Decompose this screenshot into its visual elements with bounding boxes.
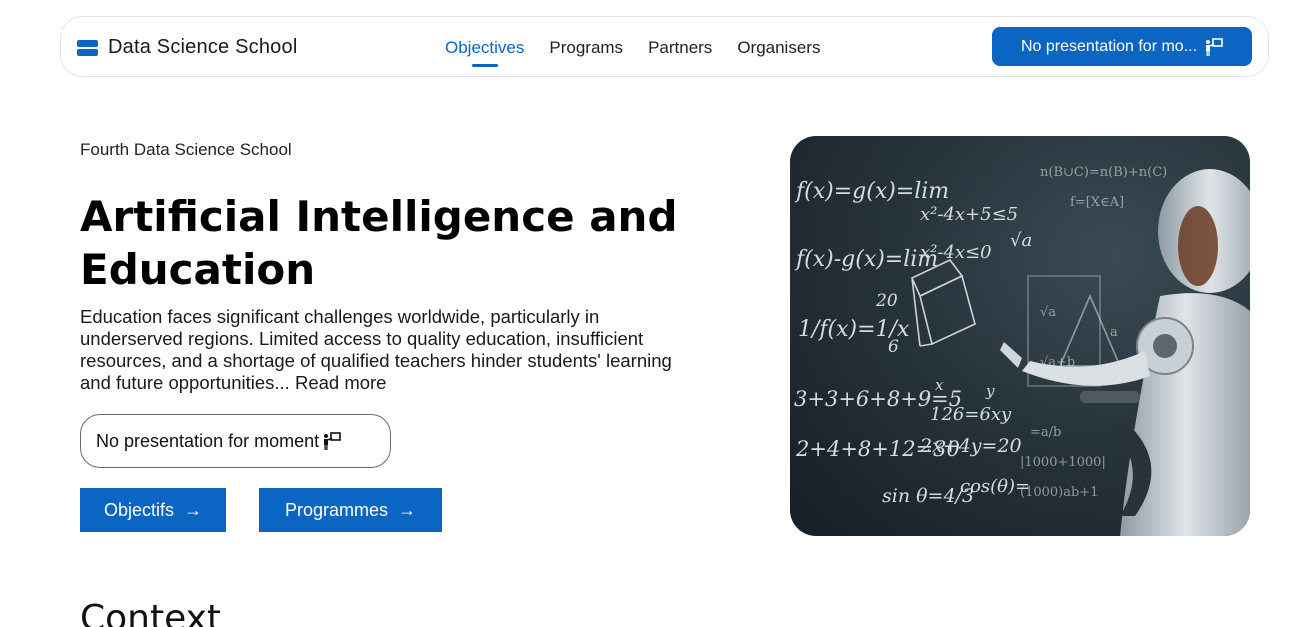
context-section-title: Context [80,598,222,627]
main-nav: Objectives Programs Partners Organisers [445,17,820,78]
presenter-icon [324,432,341,450]
svg-text:√a: √a [1040,305,1056,320]
programmes-button-label: Programmes [284,499,389,520]
formula-text: √a [1010,230,1032,251]
formula-text: f(x)-g(x)=lim [794,247,938,272]
brand-name: Data Science School [108,36,298,58]
no-presentation-label: No presentation for moment [96,430,320,451]
brand[interactable]: Data Science School [77,17,297,78]
svg-text:n(B∪C)=n(B)+n(C): n(B∪C)=n(B)+n(C) [1040,165,1167,180]
nav-link-organisers[interactable]: Organisers [737,38,820,58]
presentation-button[interactable]: No presentation for mo... [992,27,1252,66]
hero-title-line-1: Artificial Intelligence and [80,192,678,241]
svg-text:f=[X∈A]: f=[X∈A] [1070,195,1124,210]
objectifs-button-label: Objectifs [103,499,175,520]
presentation-button-label: No presentation for mo... [1020,37,1198,55]
read-more-link[interactable]: Read more [295,372,387,393]
arrow-right-icon: → [184,499,203,520]
formula-text: 6 [888,337,899,357]
presenter-icon [1206,37,1223,56]
robot-figure [1000,169,1250,536]
hero-description: Education faces significant challenges w… [80,306,680,394]
svg-text:(1000)ab+1: (1000)ab+1 [1020,485,1098,500]
formula-text: x [935,376,944,394]
formula-text: x²-4x+5≤5 [920,204,1018,225]
no-presentation-button[interactable]: No presentation for moment [80,414,391,468]
formula-text: 2x+4y=20 [919,435,1022,457]
formula-text: f(x)=g(x)=lim [794,179,949,204]
formula-text: x²-4x≤0 [920,242,992,263]
nav-link-programs[interactable]: Programs [549,38,623,58]
svg-text:|1000+1000|: |1000+1000| [1020,455,1106,470]
objectifs-button[interactable]: Objectifs → [80,488,226,532]
nav-link-partners[interactable]: Partners [648,38,712,58]
hero-title: Artificial Intelligence and Education [80,190,720,296]
programmes-button[interactable]: Programmes → [259,488,442,532]
arrow-right-icon: → [398,499,417,520]
nav-link-objectives[interactable]: Objectives [445,38,524,58]
hero-image: f(x)=g(x)=lim x²-4x+5≤5 f(x)-g(x)=lim x²… [790,136,1250,536]
top-navbar: Data Science School Objectives Programs … [60,16,1269,77]
hero-kicker: Fourth Data Science School [80,140,292,159]
formula-text: 20 [875,291,898,311]
formula-text: 126=6xy [930,404,1012,425]
hero-title-line-2: Education [80,245,316,294]
svg-text:a: a [1110,325,1118,340]
svg-text:=a/b: =a/b [1030,425,1061,440]
server-icon [77,39,98,56]
formula-text: y [985,382,995,400]
robot-chalkboard-image: f(x)=g(x)=lim x²-4x+5≤5 f(x)-g(x)=lim x²… [794,165,1250,536]
